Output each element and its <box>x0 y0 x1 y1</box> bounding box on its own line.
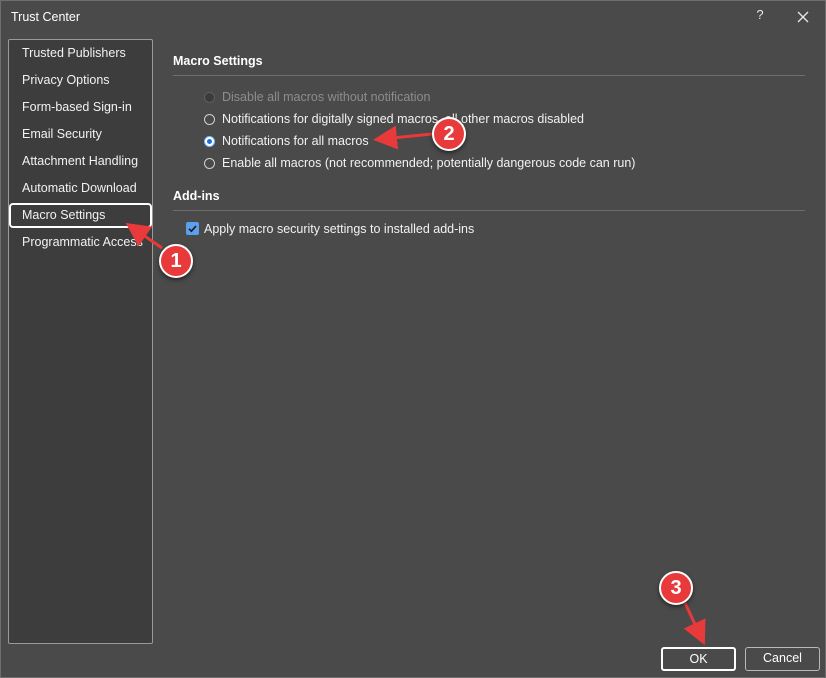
sidebar-item-automatic-download[interactable]: Automatic Download <box>10 176 151 201</box>
sidebar-item-privacy-options[interactable]: Privacy Options <box>10 68 151 93</box>
macro-settings-heading: Macro Settings <box>173 54 263 68</box>
close-icon[interactable] <box>793 7 813 27</box>
apply-macro-security-checkbox[interactable] <box>186 222 199 235</box>
sidebar-item-programmatic-access[interactable]: Programmatic Access <box>10 230 151 255</box>
radio-button[interactable] <box>204 136 215 147</box>
window-title: Trust Center <box>11 10 81 24</box>
radio-button[interactable] <box>204 92 215 103</box>
divider <box>173 210 805 211</box>
apply-macro-security-label: Apply macro security settings to install… <box>204 222 475 236</box>
sidebar-item-email-security[interactable]: Email Security <box>10 122 151 147</box>
sidebar-item-trusted-publishers[interactable]: Trusted Publishers <box>10 41 151 66</box>
category-sidebar: Trusted Publishers Privacy Options Form-… <box>8 39 153 644</box>
help-icon[interactable]: ? <box>753 7 767 25</box>
radio-button[interactable] <box>204 158 215 169</box>
step-1-badge: 1 <box>159 244 193 278</box>
cancel-button[interactable]: Cancel <box>745 647 820 671</box>
checkmark-icon <box>188 225 197 233</box>
title-bar: Trust Center ? <box>1 1 825 33</box>
ok-button[interactable]: OK <box>661 647 736 671</box>
addins-heading: Add-ins <box>173 189 220 203</box>
trust-center-dialog: Trust Center ? Trusted Publishers Privac… <box>0 0 826 678</box>
sidebar-item-form-based-sign-in[interactable]: Form-based Sign-in <box>10 95 151 120</box>
step-2-badge: 2 <box>432 117 466 151</box>
radio-label: Enable all macros (not recommended; pote… <box>222 156 636 170</box>
sidebar-item-attachment-handling[interactable]: Attachment Handling <box>10 149 151 174</box>
radio-button[interactable] <box>204 114 215 125</box>
radio-label: Disable all macros without notification <box>222 90 431 104</box>
sidebar-item-macro-settings[interactable]: Macro Settings <box>9 203 152 228</box>
step-3-badge: 3 <box>659 571 693 605</box>
radio-label: Notifications for digitally signed macro… <box>222 112 584 126</box>
radio-label: Notifications for all macros <box>222 134 369 148</box>
divider <box>173 75 805 76</box>
